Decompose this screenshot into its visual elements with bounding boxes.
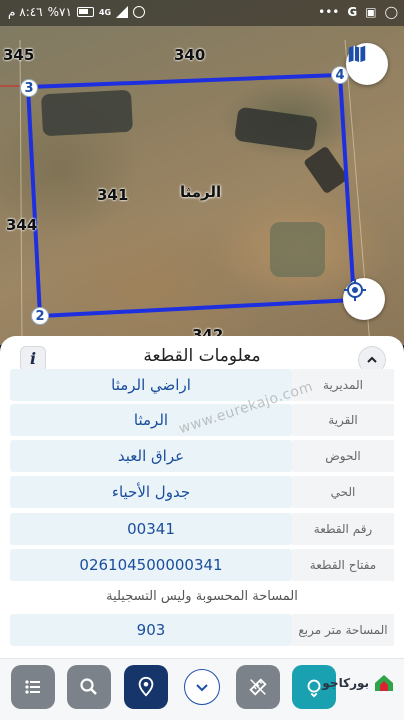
google-icon: G (347, 5, 358, 19)
clock-time: ٨:٤٦ م (8, 5, 43, 19)
image-icon: ▣ (365, 5, 377, 19)
layers-list-button[interactable] (11, 665, 55, 709)
status-right: ••• G ▣ ◯ (318, 4, 398, 20)
field-value: جدول الأحياء (10, 476, 292, 508)
field-label: الحي (292, 476, 394, 508)
whatsapp-icon: ◯ (384, 5, 398, 19)
chevron-down-icon (196, 684, 208, 692)
field-label: مفتاح القطعة (292, 549, 394, 581)
search-button[interactable] (67, 665, 111, 709)
bottom-toolbar: بوركاجو (0, 658, 404, 720)
locate-me-button[interactable] (343, 278, 385, 320)
field-label: المساحة متر مربع (292, 614, 394, 646)
map-layer-button[interactable] (346, 43, 388, 85)
battery-percent: %٧١ (47, 5, 72, 19)
field-row-neighborhood: جدول الأحياء الحي (10, 476, 394, 508)
parcel-vertex-3[interactable]: 3 (20, 79, 38, 97)
field-row-basin: عراق العبد الحوض (10, 440, 394, 472)
more-dots-icon: ••• (318, 5, 340, 19)
list-icon (25, 680, 40, 694)
field-label: رقم القطعة (292, 513, 394, 545)
alarm-icon (133, 6, 146, 18)
battery-icon (76, 7, 94, 17)
plot-number-label: 344 (6, 216, 38, 234)
field-value: 00341 (10, 513, 292, 545)
signal-icon (116, 6, 129, 18)
chevron-up-icon (367, 356, 377, 363)
status-bar: ٨:٤٦ م %٧١ 4G ••• G ▣ ◯ (0, 0, 404, 26)
area-note: المساحة المحسوبة وليس التسجيلية (106, 589, 298, 604)
field-row-directorate: اراضي الرمثا المديرية (10, 369, 394, 401)
app-logo: بوركاجو (322, 671, 396, 695)
field-row-plot-number: 00341 رقم القطعة (10, 513, 394, 545)
logo-mark-icon (375, 675, 393, 691)
field-value: عراق العبد (10, 440, 292, 472)
location-pin-icon (138, 676, 154, 697)
plot-number-label: 345 (3, 46, 35, 64)
field-row-area: 903 المساحة متر مربع (10, 614, 394, 646)
crosshair-icon (344, 279, 366, 301)
field-label: الحوض (292, 440, 394, 472)
plot-number-label: 340 (174, 46, 206, 64)
parcel-vertex-2[interactable]: 2 (31, 307, 49, 325)
ruler-icon (249, 678, 267, 696)
map-icon (348, 45, 366, 63)
area-name-label: الرمثا (180, 183, 222, 201)
plot-number-label: 341 (97, 186, 129, 204)
expand-toggle-button[interactable] (184, 669, 220, 705)
parcel-pin-button[interactable] (124, 665, 168, 709)
parcel-map[interactable]: 345 340 341 344 342 الرمثا 3 4 2 (0, 0, 404, 345)
sheet-title: معلومات القطعة (143, 346, 261, 366)
logo-text: بوركاجو (322, 676, 369, 690)
field-row-plot-key: 026104500000341 مفتاح القطعة (10, 549, 394, 581)
status-left: ٨:٤٦ م %٧١ 4G (8, 4, 146, 20)
field-value: اراضي الرمثا (10, 369, 292, 401)
field-value: 903 (10, 614, 292, 646)
measure-button[interactable] (236, 665, 280, 709)
network-type: 4G (98, 7, 112, 17)
field-value: 026104500000341 (10, 549, 292, 581)
search-icon (80, 678, 97, 695)
field-label: القرية (292, 404, 394, 436)
